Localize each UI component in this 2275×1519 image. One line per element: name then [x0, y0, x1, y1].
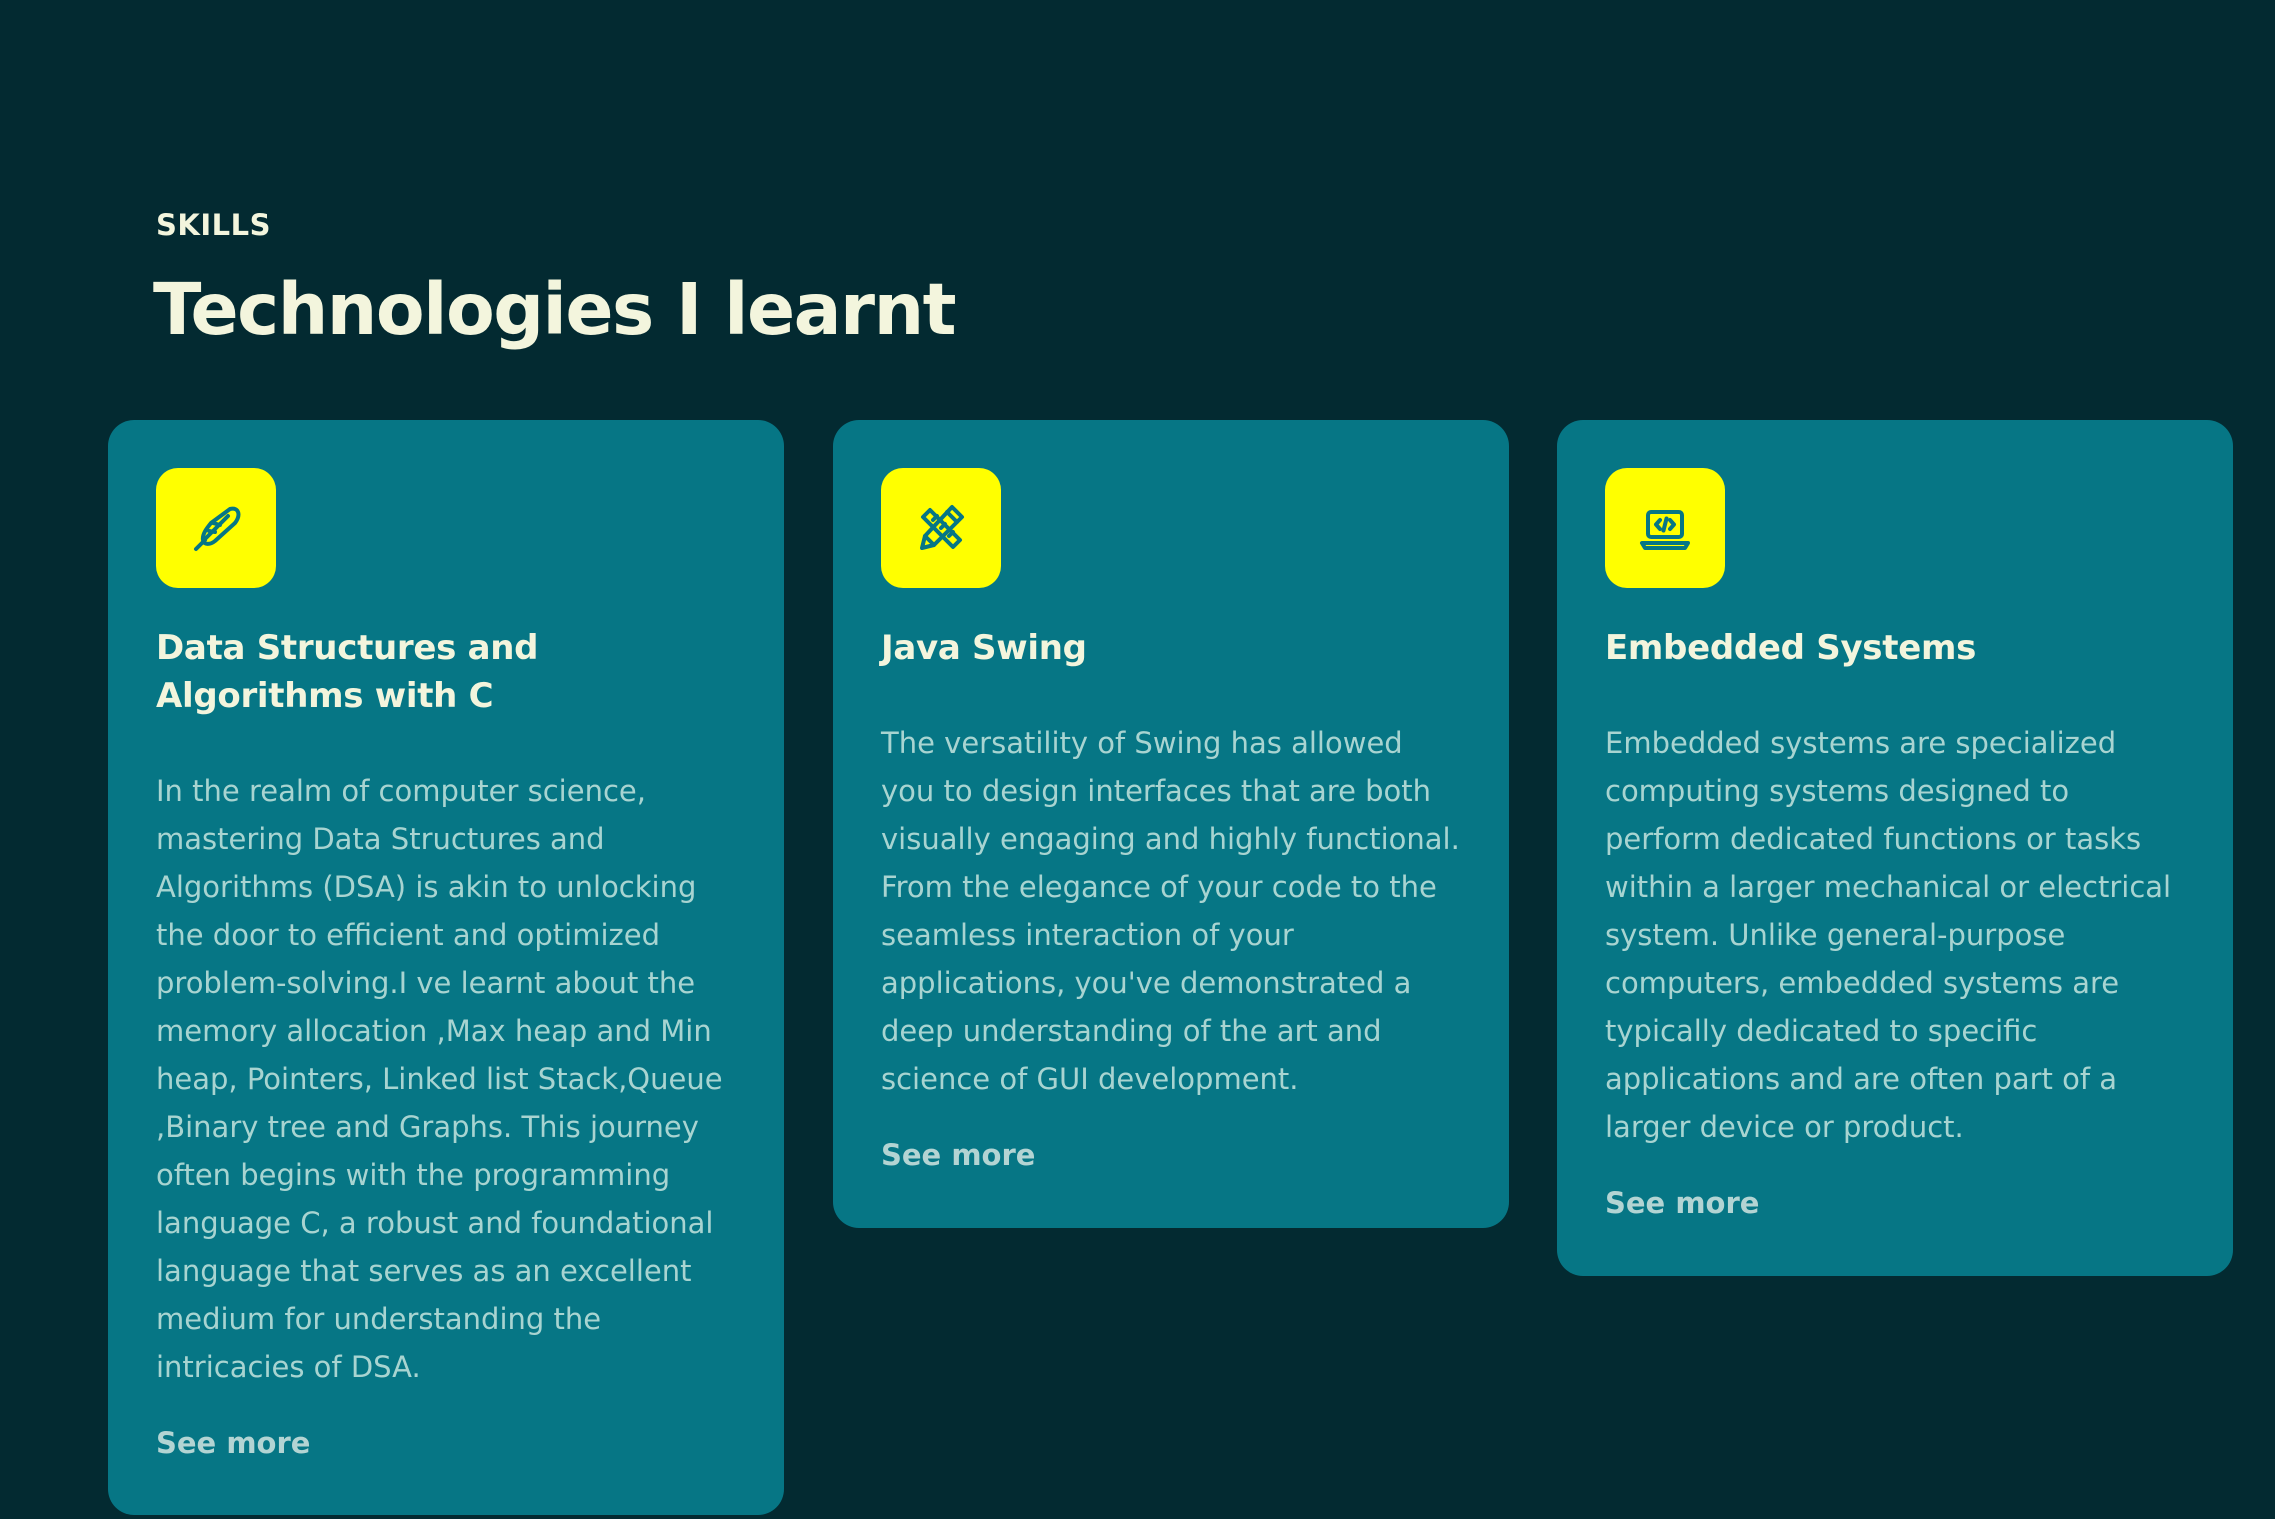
skill-card-java-swing: Java Swing The versatility of Swing has …: [833, 420, 1509, 1228]
see-more-link[interactable]: See more: [881, 1135, 1035, 1175]
skill-card-embedded-systems: Embedded Systems Embedded systems are sp…: [1557, 420, 2233, 1276]
card-title: Data Structures and Algorithms with C: [156, 628, 539, 716]
card-description: The versatility of Swing has allowed you…: [881, 726, 1460, 1096]
icon-tile: [156, 468, 276, 588]
section-eyebrow: SKILLS: [156, 208, 271, 242]
card-title: Embedded Systems: [1605, 628, 1977, 668]
icon-tile: [881, 468, 1001, 588]
card-description: Embedded systems are specialized computi…: [1605, 726, 2172, 1144]
pencil-ruler-icon: [920, 505, 964, 550]
icon-tile: [1605, 468, 1725, 588]
card-description: In the realm of computer science, master…: [156, 774, 723, 1384]
feather-icon: [194, 506, 241, 551]
skill-card-dsa: Data Structures and Algorithms with C In…: [108, 420, 784, 1515]
skills-section: SKILLS Technologies I learnt Data Struct…: [0, 0, 2275, 1519]
see-more-link[interactable]: See more: [1605, 1183, 1759, 1223]
see-more-link[interactable]: See more: [156, 1423, 310, 1463]
section-heading: Technologies I learnt: [153, 268, 957, 351]
card-title: Java Swing: [881, 628, 1087, 668]
laptop-code-icon: [1640, 510, 1690, 550]
